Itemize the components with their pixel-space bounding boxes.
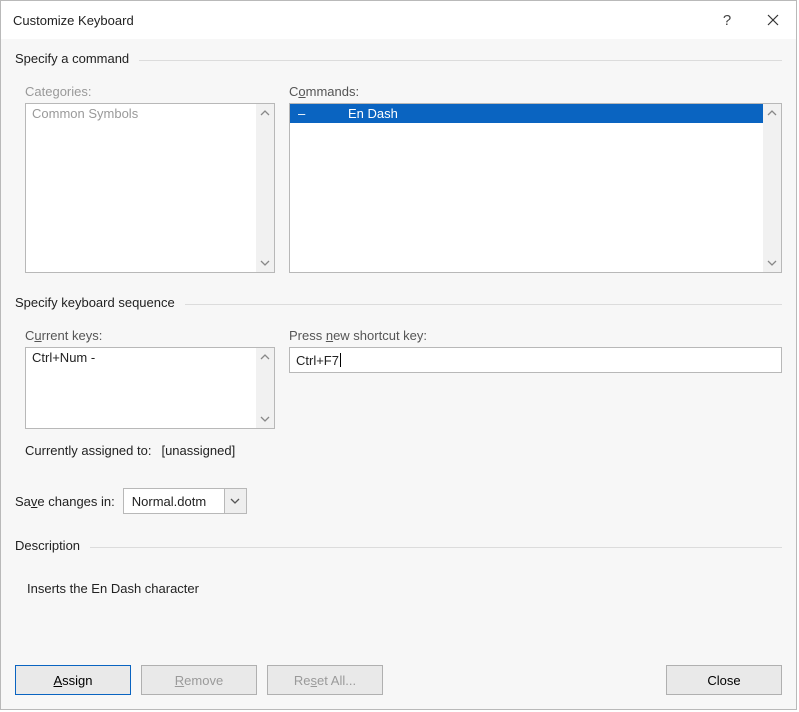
chevron-down-icon[interactable] (763, 254, 781, 272)
remove-button[interactable]: Remove (141, 665, 257, 695)
help-button[interactable]: ? (704, 1, 750, 39)
categories-column: Categories: Common Symbols (25, 80, 275, 273)
assigned-row: Currently assigned to: [unassigned] (25, 443, 782, 458)
close-button[interactable] (750, 1, 796, 39)
chevron-down-icon[interactable] (256, 410, 274, 428)
categories-item[interactable]: Common Symbols (26, 104, 274, 123)
titlebar-controls: ? (704, 1, 796, 39)
categories-scrollbar[interactable] (256, 104, 274, 272)
save-changes-row: Save changes in: Normal.dotm (15, 488, 782, 514)
new-shortcut-value: Ctrl+F7 (296, 353, 339, 368)
save-changes-combobox[interactable]: Normal.dotm (123, 488, 247, 514)
save-changes-label: Save changes in: (15, 494, 115, 509)
currently-assigned-label: Currently assigned to: (25, 443, 151, 458)
commands-scrollbar[interactable] (763, 104, 781, 272)
description-header: Description (15, 532, 782, 559)
categories-label: Categories: (25, 84, 275, 99)
specify-keyseq-header: Specify keyboard sequence (15, 289, 782, 316)
currently-assigned-value: [unassigned] (161, 443, 235, 458)
keyseq-row: Current keys: Ctrl+Num - Press new short… (25, 324, 782, 429)
dropdown-button[interactable] (224, 489, 246, 513)
chevron-up-icon[interactable] (256, 348, 274, 366)
current-keys-listbox[interactable]: Ctrl+Num - (25, 347, 275, 429)
press-new-label: Press new shortcut key: (289, 328, 782, 343)
help-icon: ? (723, 12, 731, 29)
chevron-up-icon[interactable] (256, 104, 274, 122)
dialog-content: Specify a command Categories: Common Sym… (1, 39, 796, 709)
current-keys-label: Current keys: (25, 328, 275, 343)
chevron-up-icon[interactable] (763, 104, 781, 122)
chevron-down-icon[interactable] (256, 254, 274, 272)
current-keys-column: Current keys: Ctrl+Num - (25, 324, 275, 429)
close-button[interactable]: Close (666, 665, 782, 695)
description-label: Description (15, 538, 80, 553)
assign-button[interactable]: Assign (15, 665, 131, 695)
chevron-down-icon (230, 498, 240, 504)
categories-listbox[interactable]: Common Symbols (25, 103, 275, 273)
current-keys-scrollbar[interactable] (256, 348, 274, 428)
titlebar: Customize Keyboard ? (1, 1, 796, 39)
commands-listbox[interactable]: – En Dash (289, 103, 782, 273)
new-shortcut-input[interactable]: Ctrl+F7 (289, 347, 782, 373)
close-icon (767, 14, 779, 26)
specify-command-label: Specify a command (15, 51, 129, 66)
description-text: Inserts the En Dash character (15, 571, 782, 600)
commands-item-selected[interactable]: – En Dash (290, 104, 763, 123)
specify-keyseq-label: Specify keyboard sequence (15, 295, 175, 310)
specify-command-header: Specify a command (15, 45, 782, 72)
save-changes-value: Normal.dotm (124, 492, 224, 511)
command-selectors-row: Categories: Common Symbols Commands: (25, 80, 782, 273)
current-key-item[interactable]: Ctrl+Num - (26, 348, 274, 367)
customize-keyboard-dialog: Customize Keyboard ? Specify a command C… (0, 0, 797, 710)
dialog-title: Customize Keyboard (13, 13, 134, 28)
button-row: Assign Remove Reset All... Close (15, 645, 782, 695)
command-name: En Dash (348, 106, 398, 121)
commands-column: Commands: – En Dash (289, 80, 782, 273)
press-new-column: Press new shortcut key: Ctrl+F7 (289, 324, 782, 429)
commands-label: Commands: (289, 84, 782, 99)
command-symbol: – (296, 106, 326, 121)
reset-all-button[interactable]: Reset All... (267, 665, 383, 695)
